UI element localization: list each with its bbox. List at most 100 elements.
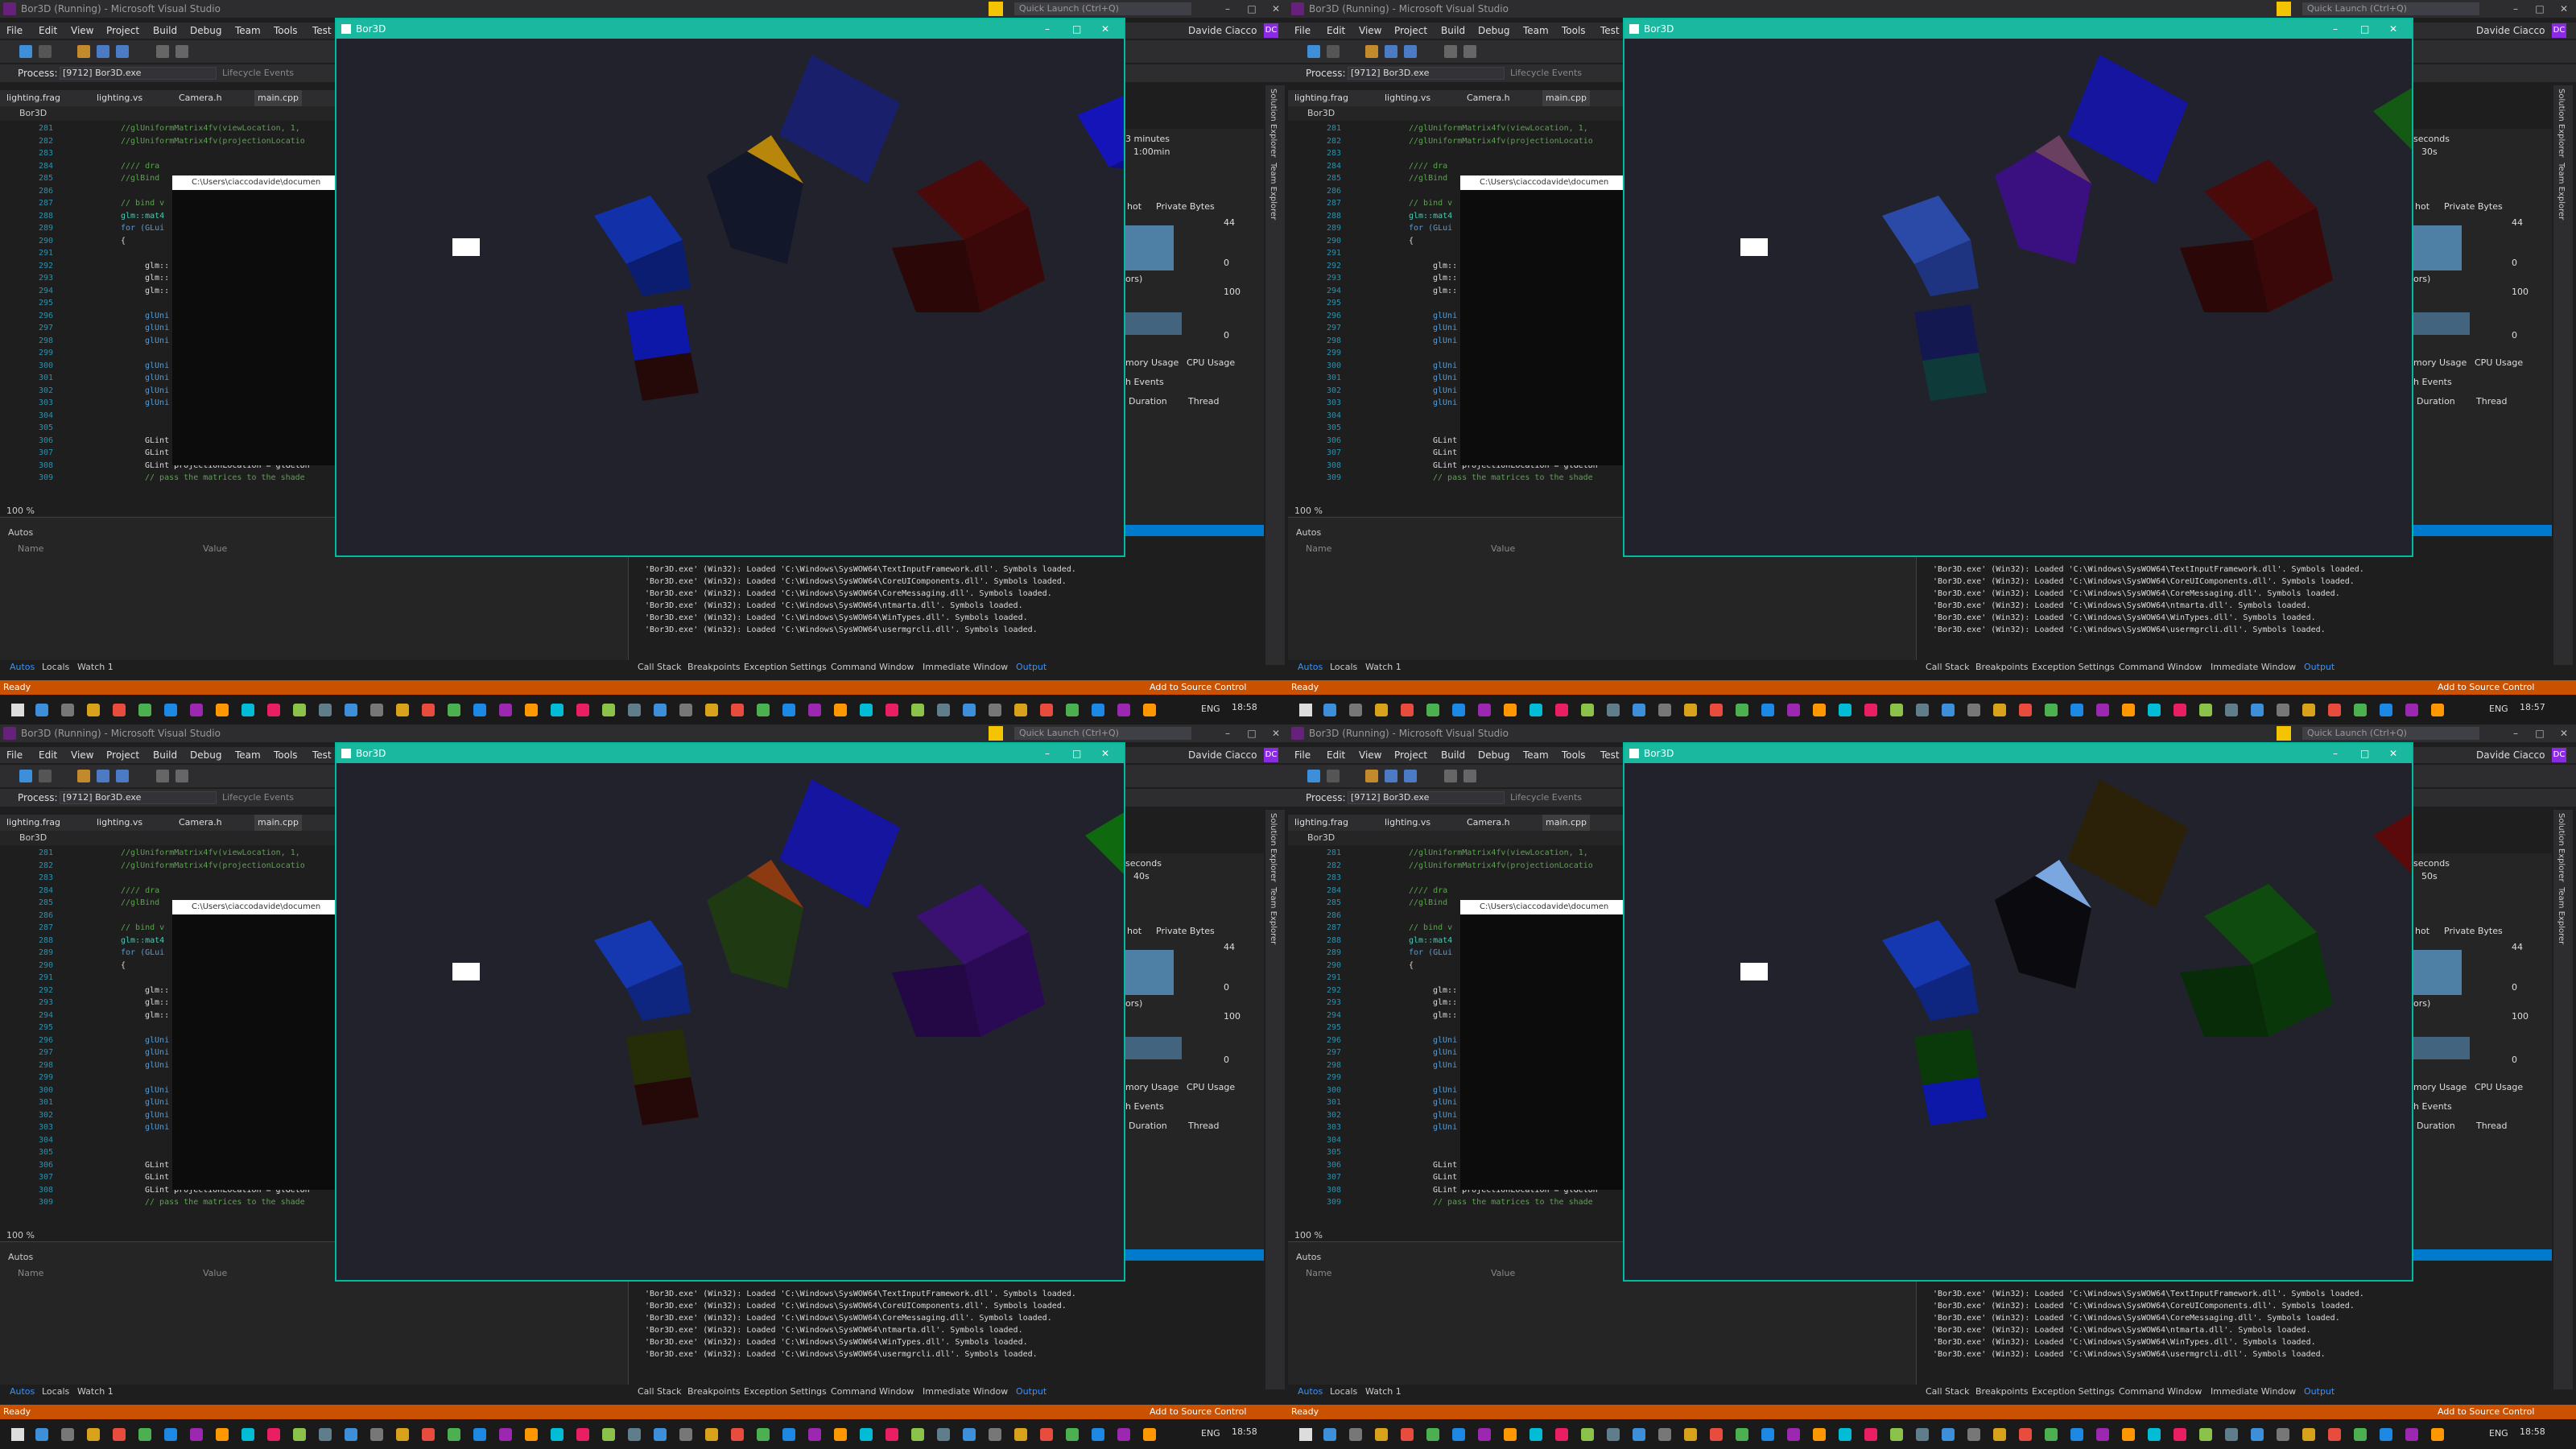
notification-flag-icon[interactable] [2277,726,2291,741]
taskbar-app-icon[interactable] [1426,1428,1439,1441]
user-name[interactable]: Davide Ciacco [1188,747,1257,763]
taskbar-app-icon[interactable] [2122,1428,2135,1441]
process-dropdown[interactable]: [9712] Bor3D.exe [60,67,217,80]
taskbar-app-icon[interactable] [1143,1428,1156,1441]
project-header[interactable]: Bor3D [0,106,338,121]
diag-cpu-usage-tab[interactable]: CPU Usage [1187,357,1235,368]
process-dropdown[interactable]: [9712] Bor3D.exe [1348,67,1505,80]
taskbar-app-icon[interactable] [705,704,718,716]
notification-flag-icon[interactable] [989,2,1003,16]
diag-timer[interactable]: 30s [2421,147,2438,157]
taskbar-app-icon[interactable] [860,1428,873,1441]
taskbar-app-icon[interactable] [576,704,589,716]
taskbar-app-icon[interactable] [1092,1428,1104,1441]
save-all-icon[interactable] [1404,45,1417,58]
add-to-source-control[interactable]: Add to Source Control [1150,680,1246,695]
add-to-source-control[interactable]: Add to Source Control [2438,1405,2534,1419]
taskbar-app-icon[interactable] [1916,1428,1929,1441]
forward-icon[interactable] [39,45,52,58]
tab-command-window[interactable]: Command Window [2119,660,2202,675]
taskbar-app-icon[interactable] [1117,1428,1130,1441]
taskbar-app-icon[interactable] [2045,704,2058,716]
menu-debug[interactable]: Debug [1478,23,1509,39]
minimize-button[interactable]: – [1216,0,1240,18]
taskbar-app-icon[interactable] [267,1428,280,1441]
tab-camera-h[interactable]: Camera.h [1467,815,1510,831]
tab-locals[interactable]: Locals [42,1385,69,1399]
tab-lighting-frag[interactable]: lighting.frag [6,90,60,106]
taskbar-app-icon[interactable] [2405,704,2418,716]
taskbar-app-icon[interactable] [1143,704,1156,716]
taskbar-app-icon[interactable] [1066,704,1079,716]
menu-view[interactable]: View [71,747,93,763]
taskbar-app-icon[interactable] [2070,1428,2083,1441]
taskbar-clock[interactable]: 18:58 [1232,1426,1257,1437]
taskbar-app-icon[interactable] [1658,704,1671,716]
taskbar-app-icon[interactable] [1375,704,1388,716]
gl-close-button[interactable]: ✕ [1101,19,1109,39]
menu-team[interactable]: Team [235,747,261,763]
language-indicator[interactable]: ENG [2489,704,2508,714]
undo-icon[interactable] [156,45,169,58]
process-dropdown[interactable]: [9712] Bor3D.exe [60,791,217,804]
user-avatar[interactable]: DC [1264,748,1278,762]
taskbar-app-icon[interactable] [808,704,821,716]
taskbar-app-icon[interactable] [1916,704,1929,716]
tab-exception-settings[interactable]: Exception Settings [744,1385,827,1399]
user-name[interactable]: Davide Ciacco [2476,747,2545,763]
taskbar-app-icon[interactable] [2328,704,2341,716]
taskbar-app-icon[interactable] [396,1428,409,1441]
diag-cpu-usage-tab[interactable]: CPU Usage [2475,357,2523,368]
taskbar-app-icon[interactable] [113,704,126,716]
team-explorer-tab[interactable]: Team Explorer [1269,163,1278,220]
open-file-icon[interactable] [77,45,90,58]
taskbar-app-icon[interactable] [1349,704,1362,716]
taskbar-app-icon[interactable] [2431,1428,2444,1441]
taskbar-app-icon[interactable] [679,704,692,716]
autos-col-name[interactable]: Name [1306,543,1331,554]
taskbar-app-icon[interactable] [2380,1428,2392,1441]
redo-icon[interactable] [1463,770,1476,782]
taskbar-app-icon[interactable] [1530,704,1542,716]
menu-tools[interactable]: Tools [1562,23,1586,39]
tab-lighting-frag[interactable]: lighting.frag [1294,90,1348,106]
taskbar-app-icon[interactable] [989,1428,1001,1441]
taskbar-app-icon[interactable] [2405,1428,2418,1441]
taskbar-app-icon[interactable] [731,704,744,716]
tab-immediate-window[interactable]: Immediate Window [923,1385,1008,1399]
taskbar-app-icon[interactable] [396,704,409,716]
taskbar-app-icon[interactable] [2174,704,2186,716]
taskbar-app-icon[interactable] [1607,1428,1620,1441]
taskbar-app-icon[interactable] [1993,1428,2006,1441]
diag-col-thread[interactable]: Thread [2476,1121,2507,1131]
taskbar-app-icon[interactable] [2277,704,2289,716]
start-menu-icon[interactable] [1299,704,1312,716]
notification-flag-icon[interactable] [989,726,1003,741]
maximize-button[interactable]: □ [2528,0,2552,18]
taskbar-app-icon[interactable] [190,704,203,716]
lifecycle-events-button[interactable]: Lifecycle Events [222,789,294,807]
taskbar-app-icon[interactable] [2251,704,2264,716]
taskbar-app-icon[interactable] [1967,1428,1980,1441]
taskbar-app-icon[interactable] [113,1428,126,1441]
diag-snapshot[interactable]: hot [2415,201,2429,212]
tab-lighting-frag[interactable]: lighting.frag [6,815,60,831]
back-icon[interactable] [1307,45,1320,58]
diag-timer[interactable]: 50s [2421,871,2438,881]
undo-icon[interactable] [1444,770,1457,782]
tab-immediate-window[interactable]: Immediate Window [2211,1385,2296,1399]
lifecycle-events-button[interactable]: Lifecycle Events [1510,64,1582,82]
forward-icon[interactable] [1327,770,1340,782]
taskbar-app-icon[interactable] [2174,1428,2186,1441]
taskbar-app-icon[interactable] [2354,1428,2367,1441]
taskbar-app-icon[interactable] [2096,704,2109,716]
team-explorer-tab[interactable]: Team Explorer [2557,163,2566,220]
taskbar-app-icon[interactable] [1864,1428,1877,1441]
diag-col-duration[interactable]: Duration [2417,396,2455,407]
taskbar-app-icon[interactable] [164,704,177,716]
autos-col-name[interactable]: Name [1306,1268,1331,1278]
bor3d-opengl-window[interactable]: Bor3D – □ ✕ [335,18,1125,557]
taskbar-app-icon[interactable] [989,704,1001,716]
taskbar-app-icon[interactable] [1942,1428,1955,1441]
taskbar-app-icon[interactable] [2096,1428,2109,1441]
